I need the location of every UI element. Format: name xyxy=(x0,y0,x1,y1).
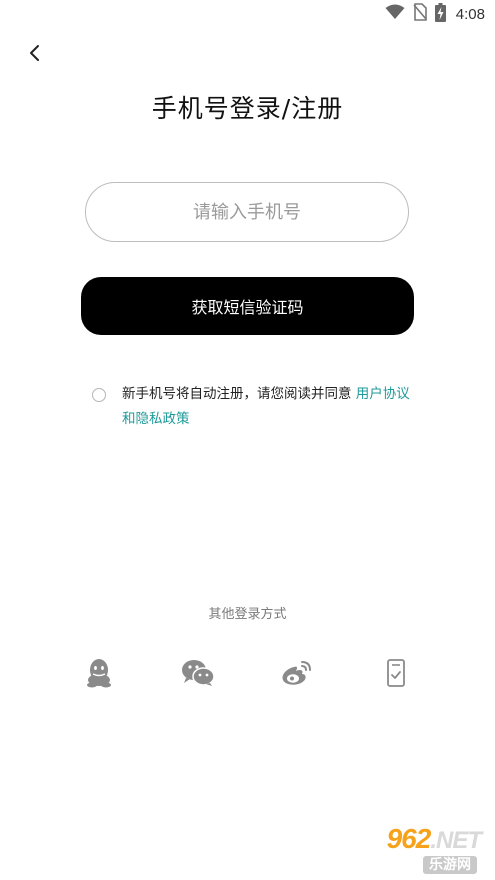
status-time: 4:08 xyxy=(455,5,485,23)
status-bar: 4:08 xyxy=(0,0,495,28)
watermark-logo: 962.NET xyxy=(386,823,482,856)
social-login-row xyxy=(0,658,495,692)
phone-verify-icon xyxy=(386,658,406,692)
login-screen: 4:08 手机号登录/注册 获取短信验证码 新手机号将自动注册，请您阅读并同意 … xyxy=(0,0,495,880)
site-watermark: 962.NET 乐游网 xyxy=(352,824,487,874)
back-button[interactable] xyxy=(20,40,50,70)
phone-verify-login-button[interactable] xyxy=(379,658,413,692)
watermark-suffix: .NET xyxy=(430,827,482,854)
weibo-icon xyxy=(281,659,313,691)
get-sms-code-button[interactable]: 获取短信验证码 xyxy=(81,277,414,335)
chevron-left-icon xyxy=(28,43,42,67)
no-sim-icon xyxy=(413,3,427,25)
agreement-checkbox[interactable] xyxy=(92,388,106,402)
qq-login-button[interactable] xyxy=(82,658,116,692)
agreement-text: 新手机号将自动注册，请您阅读并同意 xyxy=(122,386,352,402)
page-title: 手机号登录/注册 xyxy=(151,94,344,123)
agreement-text-block: 新手机号将自动注册，请您阅读并同意 用户协议和隐私政策 xyxy=(122,382,422,432)
wechat-login-button[interactable] xyxy=(181,658,215,692)
status-icons: 4:08 xyxy=(385,2,485,26)
phone-number-input[interactable] xyxy=(85,182,409,242)
weibo-login-button[interactable] xyxy=(280,658,314,692)
battery-charging-icon xyxy=(434,2,446,26)
other-login-label: 其他登录方式 xyxy=(208,607,287,622)
watermark-number: 962 xyxy=(386,823,432,854)
qq-icon xyxy=(85,658,113,692)
wifi-icon xyxy=(385,4,405,24)
watermark-tagline: 乐游网 xyxy=(423,856,477,874)
wechat-icon xyxy=(181,659,215,691)
